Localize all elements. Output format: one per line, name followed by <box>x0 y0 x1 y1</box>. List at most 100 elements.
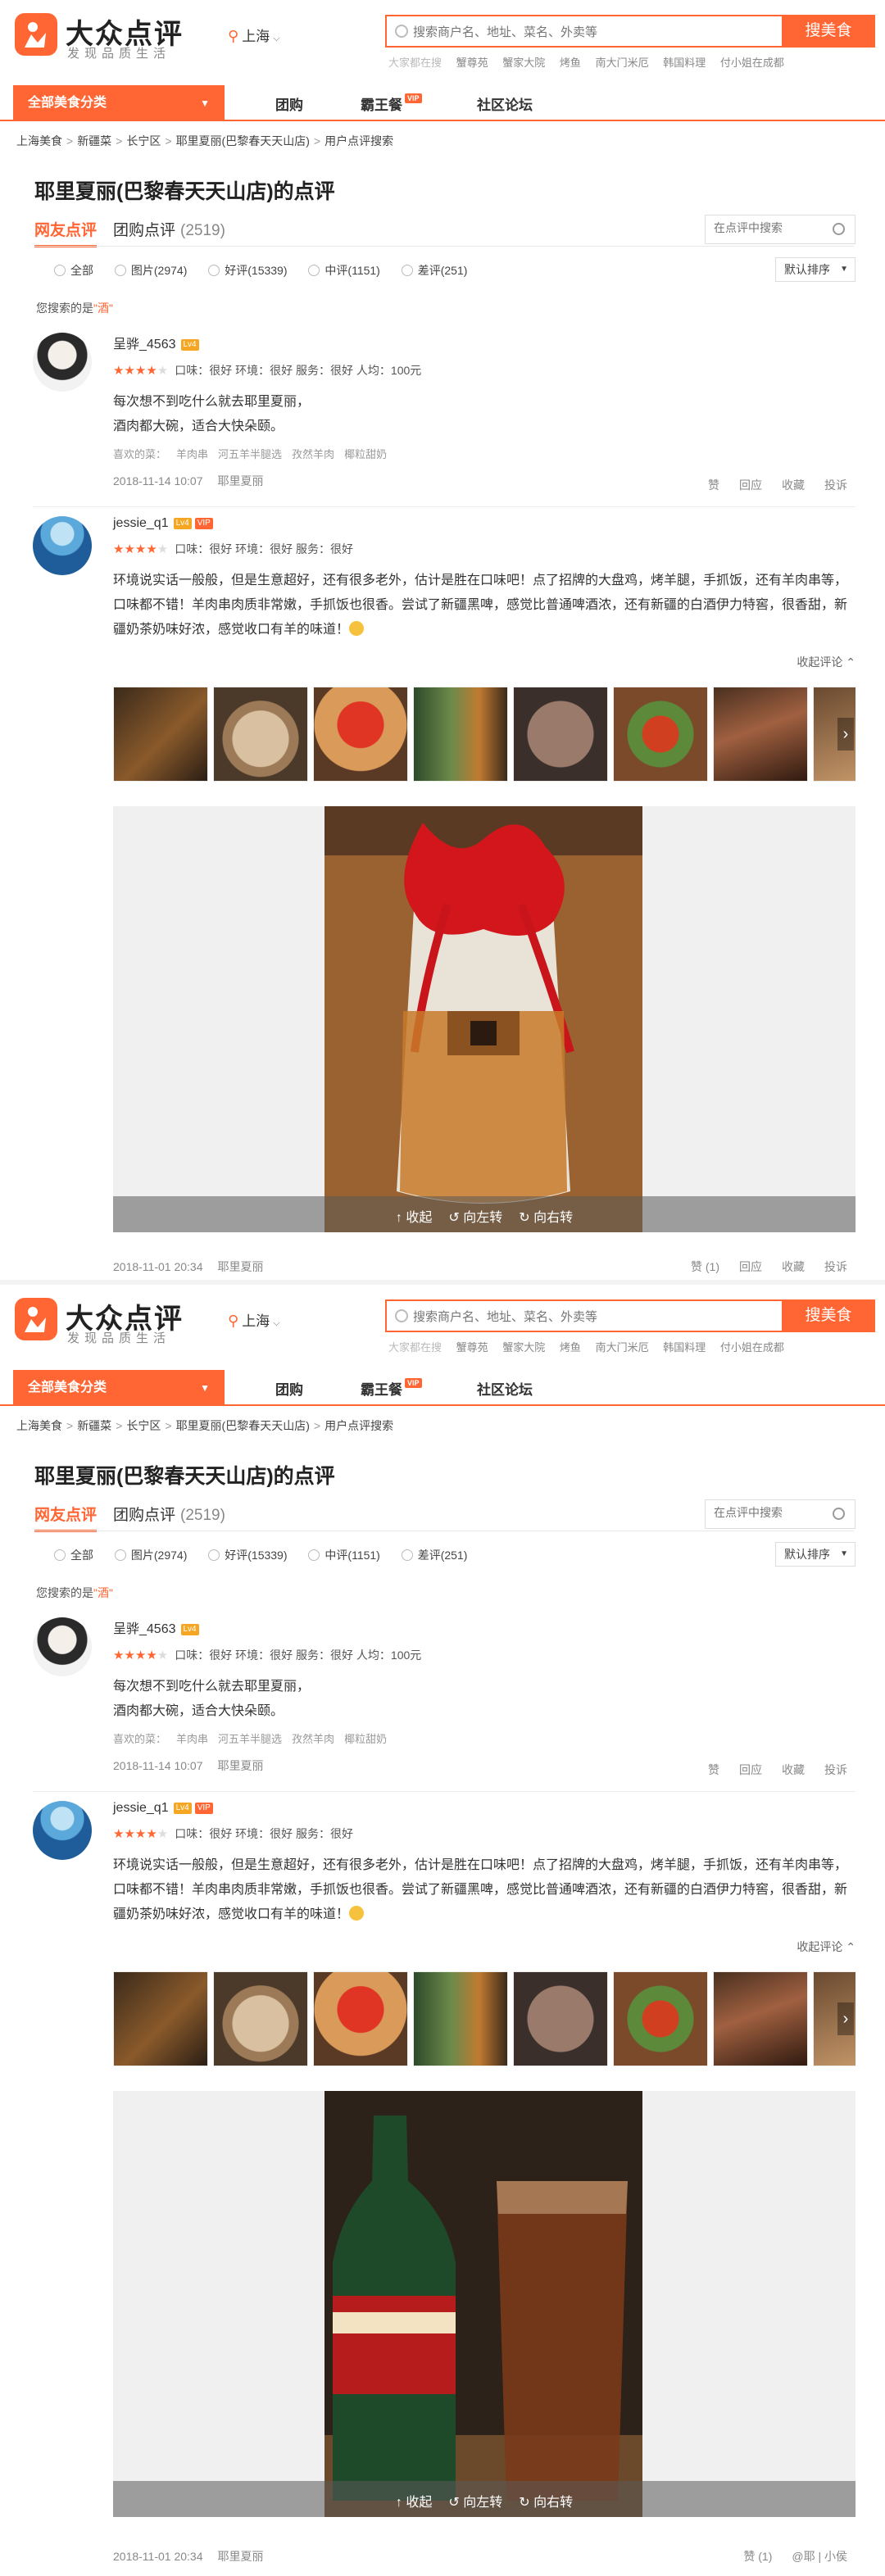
category-menu-button[interactable]: 全部美食分类 ▼ <box>13 85 225 121</box>
sort-dropdown[interactable]: 默认排序 ▼ <box>775 257 856 282</box>
chevron-right-icon[interactable]: › <box>837 2002 854 2035</box>
breadcrumb-item[interactable]: 新疆菜 <box>77 134 111 147</box>
breadcrumb-item[interactable]: 耶里夏丽(巴黎春天天山店) <box>176 134 310 147</box>
photo-thumbnail[interactable] <box>213 687 308 782</box>
tab-group-reviews[interactable]: 团购点评 (2519) <box>113 1503 225 1525</box>
photo-thumbnail[interactable] <box>213 1971 308 2066</box>
search-input[interactable] <box>413 1306 765 1327</box>
photo-thumbnail[interactable] <box>413 687 508 782</box>
review-search-input[interactable] <box>714 1506 828 1519</box>
hot-keyword[interactable]: 付小姐在成都 <box>720 57 784 69</box>
review-username[interactable]: 呈骅_4563 <box>113 1622 176 1636</box>
photo-thumbnail[interactable] <box>713 687 808 782</box>
nav-group-buy[interactable]: 团购 <box>275 93 303 114</box>
like-button[interactable]: 赞 (1) <box>691 1260 719 1273</box>
review-username[interactable]: 呈骅_4563 <box>113 338 176 351</box>
liked-dish[interactable]: 孜然羊肉 <box>292 448 334 460</box>
rotate-left-button[interactable]: ↺ 向左转 <box>448 2496 502 2510</box>
tab-user-reviews[interactable]: 网友点评 <box>34 218 98 247</box>
liked-dish[interactable]: 孜然羊肉 <box>292 1733 334 1745</box>
favorite-button[interactable]: 收藏 <box>782 478 805 492</box>
city-selector[interactable]: ⚲ 上海 ⌵ <box>228 25 280 45</box>
rotate-right-button[interactable]: ↻ 向右转 <box>519 1211 573 1225</box>
user-avatar[interactable] <box>33 333 92 392</box>
report-button[interactable]: 投诉 <box>824 478 847 492</box>
report-button[interactable]: 投诉 <box>824 1260 847 1273</box>
nav-group-buy[interactable]: 团购 <box>275 1378 303 1399</box>
collapse-photo-button[interactable]: ↑ 收起 <box>396 1211 432 1225</box>
filter-all[interactable]: 全部 <box>54 262 93 279</box>
hot-keyword[interactable]: 蟹尊苑 <box>456 1341 488 1354</box>
sort-dropdown[interactable]: 默认排序 ▼ <box>775 1542 856 1567</box>
logo-icon[interactable] <box>15 13 57 56</box>
hot-keyword[interactable]: 蟹家大院 <box>502 57 545 69</box>
like-button[interactable]: 赞 <box>708 478 719 492</box>
hot-keyword[interactable]: 韩国料理 <box>663 1341 706 1354</box>
rotate-right-button[interactable]: ↻ 向右转 <box>519 2496 573 2510</box>
reply-button[interactable]: 回应 <box>739 1763 762 1776</box>
breadcrumb-item[interactable]: 耶里夏丽(巴黎春天天山店) <box>176 1419 310 1432</box>
review-shop[interactable]: 耶里夏丽 <box>218 1260 264 1273</box>
filter-photos[interactable]: 图片(2974) <box>114 1547 187 1563</box>
filter-positive[interactable]: 好评(15339) <box>208 1547 288 1563</box>
search-icon[interactable] <box>833 1508 845 1520</box>
liked-dish[interactable]: 河五羊半腿选 <box>218 1733 282 1745</box>
tab-user-reviews[interactable]: 网友点评 <box>34 1503 98 1532</box>
report-button[interactable]: 投诉 <box>824 1763 847 1776</box>
breadcrumb-item[interactable]: 上海美食 <box>16 1419 62 1432</box>
photo-thumbnail[interactable] <box>313 1971 408 2066</box>
photo-thumbnail[interactable] <box>613 687 708 782</box>
user-avatar[interactable] <box>33 1801 92 1860</box>
hot-keyword[interactable]: 韩国料理 <box>663 57 706 69</box>
collapse-photo-button[interactable]: ↑ 收起 <box>396 2496 432 2510</box>
city-selector[interactable]: ⚲ 上海 ⌵ <box>228 1309 280 1330</box>
photo-thumbnail[interactable] <box>613 1971 708 2066</box>
hot-keyword[interactable]: 烤鱼 <box>560 1341 581 1354</box>
user-avatar[interactable] <box>33 1617 92 1676</box>
reply-button[interactable]: 回应 <box>739 1260 762 1273</box>
review-username[interactable]: jessie_q1 <box>113 516 169 530</box>
tab-group-reviews[interactable]: 团购点评 (2519) <box>113 218 225 240</box>
liked-dish[interactable]: 河五羊半腿选 <box>218 448 282 460</box>
nav-free-meal[interactable]: 霸王餐 VIP <box>361 93 422 114</box>
filter-neutral[interactable]: 中评(1151) <box>308 262 380 279</box>
photo-thumbnail[interactable] <box>413 1971 508 2066</box>
hot-keyword[interactable]: 付小姐在成都 <box>720 1341 784 1354</box>
filter-negative[interactable]: 差评(251) <box>401 1547 467 1563</box>
nav-free-meal[interactable]: 霸王餐 VIP <box>361 1378 422 1399</box>
search-button[interactable]: 搜美食 <box>782 15 875 48</box>
review-shop[interactable]: 耶里夏丽 <box>218 474 264 488</box>
filter-all[interactable]: 全部 <box>54 1547 93 1563</box>
logo-icon[interactable] <box>15 1298 57 1340</box>
breadcrumb-item[interactable]: 新疆菜 <box>77 1419 111 1432</box>
hot-keyword[interactable]: 烤鱼 <box>560 57 581 69</box>
photo-thumbnail[interactable] <box>113 687 208 782</box>
photo-thumbnail[interactable] <box>313 687 408 782</box>
review-shop[interactable]: 耶里夏丽 <box>218 1759 264 1772</box>
nav-forum[interactable]: 社区论坛 <box>477 1378 533 1399</box>
hot-keyword[interactable]: 蟹尊苑 <box>456 57 488 69</box>
hot-keyword[interactable]: 蟹家大院 <box>502 1341 545 1354</box>
liked-dish[interactable]: 羊肉串 <box>176 1733 208 1745</box>
rotate-left-button[interactable]: ↺ 向左转 <box>448 1211 502 1225</box>
breadcrumb-item[interactable]: 长宁区 <box>126 134 161 147</box>
user-avatar[interactable] <box>33 516 92 575</box>
review-shop[interactable]: 耶里夏丽 <box>218 2550 264 2563</box>
breadcrumb-item[interactable]: 长宁区 <box>126 1419 161 1432</box>
chevron-right-icon[interactable]: › <box>837 718 854 751</box>
liked-dish[interactable]: 椰粒甜奶 <box>344 448 387 460</box>
filter-negative[interactable]: 差评(251) <box>401 262 467 279</box>
review-username[interactable]: jessie_q1 <box>113 1801 169 1815</box>
filter-photos[interactable]: 图片(2974) <box>114 262 187 279</box>
photo-thumbnail[interactable] <box>513 1971 608 2066</box>
collapse-review-link[interactable]: 收起评论 ⌃ <box>796 654 856 670</box>
hot-keyword[interactable]: 南大门米厄 <box>596 1341 649 1354</box>
favorite-button[interactable]: 收藏 <box>782 1260 805 1273</box>
nav-forum[interactable]: 社区论坛 <box>477 93 533 114</box>
liked-dish[interactable]: 椰粒甜奶 <box>344 1733 387 1745</box>
search-input[interactable] <box>413 21 765 43</box>
photo-thumbnail[interactable] <box>513 687 608 782</box>
liked-dish[interactable]: 羊肉串 <box>176 448 208 460</box>
like-button[interactable]: 赞 <box>708 1763 719 1776</box>
hot-keyword[interactable]: 南大门米厄 <box>596 57 649 69</box>
